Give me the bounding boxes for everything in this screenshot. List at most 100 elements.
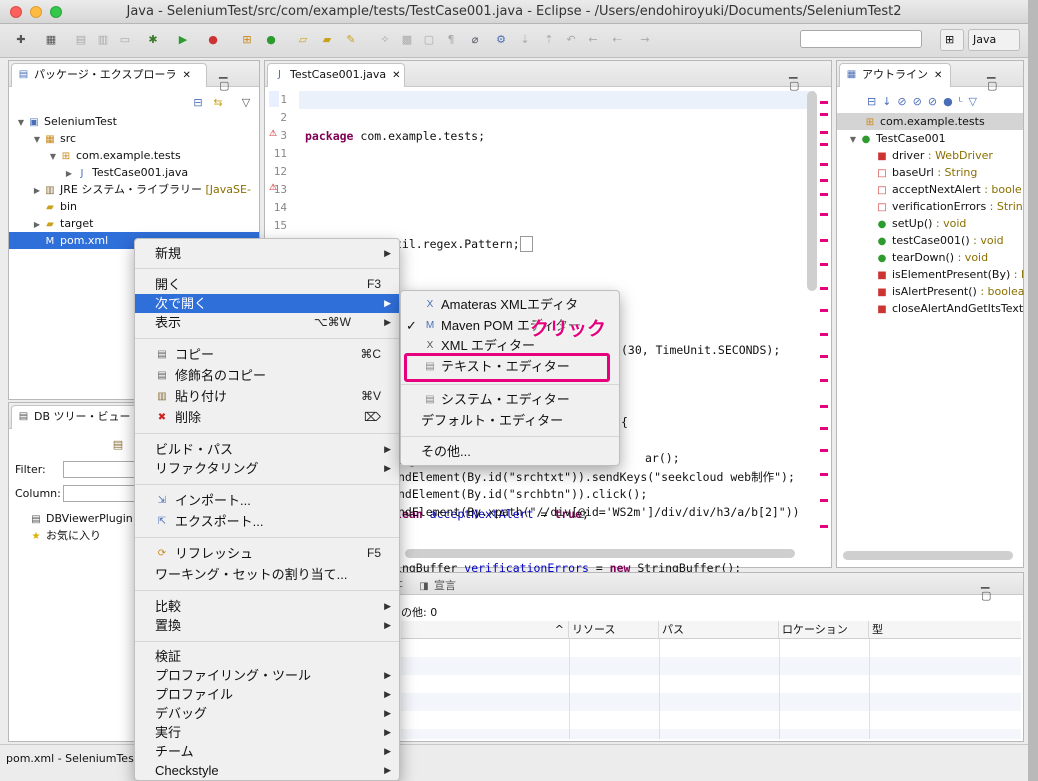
outline-member[interactable]: ● setUp() : void	[875, 215, 967, 232]
menu-item-profiling-tools[interactable]: プロファイリング・ツール ▶	[135, 666, 399, 685]
menu-item-assign-working-sets[interactable]: ワーキング・セットの割り当て...	[135, 565, 399, 584]
close-icon[interactable]: ✕	[392, 70, 400, 81]
quick-access-input[interactable]	[800, 30, 922, 48]
toggle-mark-icon[interactable]: ▩	[398, 32, 416, 48]
block-selection-icon[interactable]: ▢	[420, 32, 438, 48]
minimize-maximize-icons[interactable]: ▁ ▢	[981, 576, 1023, 602]
back-icon[interactable]: ←	[584, 32, 602, 48]
menu-item-debug[interactable]: デバッグ ▶	[135, 704, 399, 723]
tree-item[interactable]: ▶ J TestCase001.java	[63, 164, 188, 181]
save-all-icon[interactable]: ▥	[94, 32, 112, 48]
chevron-right-icon[interactable]: ▶	[63, 165, 75, 182]
outline-member[interactable]: □ baseUrl : String	[875, 164, 977, 181]
menu-item-import[interactable]: ⇲ インポート...	[135, 491, 399, 510]
horizontal-scrollbar[interactable]	[405, 549, 795, 558]
column-path[interactable]: パス	[659, 621, 779, 639]
db-add-icon[interactable]: ▤	[109, 437, 127, 453]
save-icon[interactable]: ▤	[72, 32, 90, 48]
outline-member[interactable]: ● tearDown() : void	[875, 249, 988, 266]
chevron-down-icon[interactable]: ▼	[15, 114, 27, 131]
outline-package[interactable]: ⊞ com.example.tests	[837, 113, 1023, 130]
menu-item-open[interactable]: 開く F3	[135, 275, 399, 294]
settings-icon[interactable]: ⚙	[492, 32, 510, 48]
collapse-all-icon[interactable]: ⊟	[189, 95, 207, 111]
close-icon[interactable]: ✕	[934, 70, 942, 81]
outline-toolbar-icons[interactable]: ⊟↓⊘⊘⊘●ᴸ▽	[867, 95, 983, 108]
new-icon[interactable]: ✚	[12, 32, 30, 48]
filter-input[interactable]	[63, 461, 143, 478]
horizontal-scrollbar[interactable]	[843, 551, 1013, 560]
menu-item-open-with[interactable]: 次で開く ▶	[135, 294, 399, 313]
link-icon[interactable]: ⌀	[466, 32, 484, 48]
tab-outline[interactable]: ▦ アウトライン ✕	[839, 63, 951, 87]
outline-member[interactable]: ■ driver : WebDriver	[875, 147, 993, 164]
menu-item-compare[interactable]: 比較 ▶	[135, 597, 399, 616]
column-input[interactable]	[63, 485, 143, 502]
menu-item-profile[interactable]: プロファイル ▶	[135, 685, 399, 704]
new-type-icon[interactable]: ▦	[42, 32, 60, 48]
new-package-icon[interactable]: ⊞	[238, 32, 256, 48]
tree-item[interactable]: ▼ ⊞ com.example.tests	[47, 147, 181, 164]
menu-item-copy[interactable]: ▤ コピー ⌘C	[135, 345, 399, 364]
next-annotation-icon[interactable]: ⇣	[516, 32, 534, 48]
close-icon[interactable]: ✕	[182, 70, 190, 81]
submenu-item-default-editor[interactable]: デフォルト・エディター	[401, 411, 619, 430]
minimize-maximize-icons[interactable]: ▁ ▢	[219, 66, 259, 92]
submenu-item-system-editor[interactable]: ▤ システム・エディター	[401, 390, 619, 409]
chevron-down-icon[interactable]: ▼	[47, 148, 59, 165]
column-type[interactable]: 型	[869, 621, 1019, 639]
menu-item-show-in[interactable]: 表示 ⌥⌘W ▶	[135, 313, 399, 332]
outline-member[interactable]: ■ isAlertPresent() : boolea	[875, 283, 1024, 300]
editor-scrollbar[interactable]	[807, 91, 817, 291]
column-resource[interactable]: リソース	[569, 621, 659, 639]
external-tools-icon[interactable]: ●	[204, 32, 222, 48]
minimize-window-button[interactable]	[30, 6, 42, 18]
run-icon[interactable]: ▶	[174, 32, 192, 48]
tree-item[interactable]: ▶ ▰ target	[31, 215, 94, 233]
tree-item[interactable]: ▼ ▦ src	[31, 130, 76, 147]
tree-item[interactable]: ▼ ▣ SeleniumTest	[15, 113, 117, 130]
chevron-right-icon[interactable]: ▶	[31, 216, 43, 233]
submenu-item-amateras-xml[interactable]: X Amateras XMLエディタ	[401, 295, 619, 314]
tree-item[interactable]: ▤ DBViewerPlugin	[29, 510, 132, 527]
close-window-button[interactable]	[10, 6, 22, 18]
menu-item-checkstyle[interactable]: Checkstyle ▶	[135, 761, 399, 780]
menu-item-refactor[interactable]: リファクタリング ▶	[135, 459, 399, 478]
forward-icon[interactable]: →	[636, 32, 654, 48]
tab-testcase001[interactable]: J TestCase001.java ✕	[267, 63, 405, 87]
zoom-window-button[interactable]	[50, 6, 62, 18]
java-perspective-button[interactable]: Java	[968, 29, 1020, 51]
search-toolbar-icon[interactable]: ✎	[342, 32, 360, 48]
chevron-right-icon[interactable]: ▶	[31, 182, 43, 199]
menu-item-replace[interactable]: 置換 ▶	[135, 616, 399, 635]
print-icon[interactable]: ▭	[116, 32, 134, 48]
outline-member[interactable]: ● testCase001() : void	[875, 232, 1004, 249]
menu-item-new[interactable]: 新規 ▶	[135, 244, 399, 263]
back-dropdown-icon[interactable]: ⇠	[608, 32, 626, 48]
outline-member[interactable]: □ verificationErrors : Strin	[875, 198, 1022, 215]
tree-item[interactable]: ▰ bin	[31, 198, 77, 215]
menu-item-team[interactable]: チーム ▶	[135, 742, 399, 761]
view-menu-icon[interactable]: ▽	[237, 95, 255, 111]
tab-declaration[interactable]: ◨ 宣言	[417, 577, 456, 593]
outline-class[interactable]: ▼ ● TestCase001	[847, 130, 946, 147]
open-task-icon[interactable]: ▰	[318, 32, 336, 48]
open-type-icon[interactable]: ▱	[294, 32, 312, 48]
whitespace-icon[interactable]: ¶	[442, 32, 460, 48]
annotation-nav-icon[interactable]: ✧	[376, 32, 394, 48]
tab-package-explorer[interactable]: ▤ パッケージ・エクスプローラ ✕	[11, 63, 207, 87]
menu-item-export[interactable]: ⇱ エクスポート...	[135, 512, 399, 531]
column-location[interactable]: ロケーション	[779, 621, 869, 639]
tree-item[interactable]: ▶ ▥ JRE システム・ライブラリー [JavaSE-	[31, 181, 251, 198]
open-perspective-icon[interactable]: ⊞	[940, 29, 964, 51]
menu-item-run[interactable]: 実行 ▶	[135, 723, 399, 742]
outline-member[interactable]: ■ closeAlertAndGetItsText	[875, 300, 1023, 317]
last-edit-icon[interactable]: ↶	[562, 32, 580, 48]
chevron-down-icon[interactable]: ▼	[31, 131, 43, 148]
prev-annotation-icon[interactable]: ⇡	[540, 32, 558, 48]
outline-member[interactable]: ■ isElementPresent(By) : I	[875, 266, 1024, 283]
chevron-down-icon[interactable]: ▼	[847, 131, 859, 148]
outline-member[interactable]: □ acceptNextAlert : boole	[875, 181, 1021, 198]
menu-item-copy-qualified-name[interactable]: ▤ 修飾名のコピー	[135, 366, 399, 385]
menu-item-build-path[interactable]: ビルド・パス ▶	[135, 440, 399, 459]
